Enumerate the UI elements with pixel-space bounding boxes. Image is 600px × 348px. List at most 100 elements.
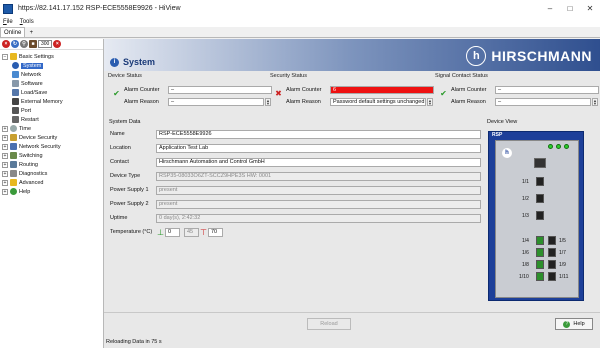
- status-led: [564, 144, 569, 149]
- save-icon[interactable]: ■: [29, 40, 37, 48]
- load-save-icon: [12, 89, 19, 96]
- tree-item-time[interactable]: + Time: [0, 124, 103, 133]
- expand-toggle[interactable]: +: [2, 152, 8, 159]
- menu-file[interactable]: File: [3, 19, 13, 25]
- navigation-sidebar: × ↻ ⚲ ■ 300 × − Basic Settings System Ne…: [0, 39, 104, 348]
- tree-item-software[interactable]: Software: [0, 79, 103, 88]
- tree-item-switching[interactable]: + Switching: [0, 151, 103, 160]
- star-icon: [10, 179, 17, 186]
- tree-item-basic-settings[interactable]: − Basic Settings: [0, 52, 103, 61]
- tree-item-advanced[interactable]: + Advanced: [0, 178, 103, 187]
- expand-toggle[interactable]: +: [2, 161, 8, 168]
- contact-input[interactable]: Hirschmann Automation and Control GmbH: [156, 157, 481, 167]
- location-row: Location Application Test Lab: [110, 143, 481, 153]
- tree-item-routing[interactable]: + Routing: [0, 160, 103, 169]
- port-1-8[interactable]: [536, 260, 544, 269]
- cancel-icon[interactable]: ×: [53, 40, 62, 48]
- tab-online[interactable]: Online: [0, 27, 26, 37]
- port-1-2[interactable]: [536, 194, 544, 203]
- port-icon: [12, 107, 19, 114]
- device-type-label: Device Type: [110, 173, 141, 179]
- tree-item-label: Routing: [19, 161, 38, 168]
- port-1-5[interactable]: [548, 236, 556, 245]
- port-1-7[interactable]: [548, 248, 556, 257]
- tree-item-network-security[interactable]: + Network Security: [0, 142, 103, 151]
- tree-item-diagnostics[interactable]: + Diagnostics: [0, 169, 103, 178]
- device-view-title: Device View: [487, 119, 518, 125]
- location-input[interactable]: Application Test Lab: [156, 143, 481, 153]
- tree-item-device-security[interactable]: + Device Security: [0, 133, 103, 142]
- search-icon[interactable]: ⚲: [20, 40, 28, 48]
- brand-logo: h HIRSCHMANN: [466, 46, 592, 66]
- brand-name: HIRSCHMANN: [491, 48, 592, 64]
- tree-item-system[interactable]: System: [0, 61, 103, 70]
- security-alarm-reason-row: Alarm Reason Password default settings u…: [286, 97, 433, 106]
- device-model-label: RSP: [492, 132, 503, 138]
- bottom-button-bar: Reload ? Help: [104, 312, 600, 336]
- diagnostics-icon: [10, 170, 17, 177]
- tree-item-port[interactable]: Port: [0, 106, 103, 115]
- minimize-button[interactable]: –: [540, 0, 560, 17]
- refresh-icon[interactable]: ↻: [11, 40, 19, 48]
- clock-icon: [10, 125, 17, 132]
- maximize-button[interactable]: □: [560, 0, 580, 17]
- device-status-title: Device Status: [108, 73, 142, 79]
- tree-item-external-memory[interactable]: External Memory: [0, 97, 103, 106]
- port-1-10[interactable]: [536, 272, 544, 281]
- port-1-3[interactable]: [536, 211, 544, 220]
- expand-toggle[interactable]: +: [2, 125, 8, 132]
- folder-star-icon: [10, 53, 17, 60]
- window-titlebar: https://82.141.17.152 RSP-ECE5558E9926 -…: [0, 0, 600, 17]
- close-button[interactable]: ✕: [580, 0, 600, 17]
- tree-item-help[interactable]: + Help: [0, 187, 103, 196]
- refresh-interval-field[interactable]: 300: [38, 40, 53, 48]
- app-icon: [3, 3, 13, 14]
- shield-icon: [10, 134, 17, 141]
- port-1-6[interactable]: [536, 248, 544, 257]
- tree-item-load-save[interactable]: Load/Save: [0, 88, 103, 97]
- status-area: Device Status ✔ Alarm Counter – Alarm Re…: [104, 73, 600, 113]
- scroll-arrows-icon[interactable]: ▲ ▼: [427, 97, 433, 106]
- help-button[interactable]: ? Help: [555, 318, 593, 330]
- stop-icon[interactable]: ×: [2, 40, 10, 48]
- status-bar: Reloading Data in 75 s: [104, 336, 600, 348]
- expand-toggle[interactable]: +: [2, 179, 8, 186]
- expand-toggle[interactable]: +: [2, 170, 8, 177]
- name-input[interactable]: RSP-ECE5558E9926: [156, 129, 481, 139]
- security-alarm-reason[interactable]: Password default settings unchanged (: [330, 97, 426, 106]
- uptime-label: Uptime: [110, 215, 128, 221]
- switch-icon: [10, 152, 17, 159]
- tree-item-label: Time: [19, 125, 32, 132]
- device-alarm-counter: –: [168, 85, 272, 94]
- port-1-4[interactable]: [536, 236, 544, 245]
- port-1-1[interactable]: [536, 177, 544, 186]
- signal-status-title: Signal Contact Status: [435, 73, 488, 79]
- reload-button[interactable]: Reload: [307, 318, 351, 330]
- signal-alarm-counter-row: Alarm Counter –: [451, 85, 599, 94]
- info-icon: [12, 62, 19, 69]
- port-1-11[interactable]: [548, 272, 556, 281]
- temperature-min-input[interactable]: 0: [165, 227, 180, 237]
- error-x-icon: ✖: [275, 89, 282, 98]
- device-alarm-reason[interactable]: –: [168, 97, 264, 106]
- tree-item-network[interactable]: Network: [0, 70, 103, 79]
- security-alarm-counter: 6: [330, 85, 434, 94]
- tree-item-restart[interactable]: Restart: [0, 115, 103, 124]
- expand-toggle[interactable]: +: [2, 143, 8, 150]
- collapse-toggle[interactable]: −: [2, 53, 8, 60]
- network-icon: [12, 71, 19, 78]
- scroll-arrows-icon[interactable]: ▲ ▼: [592, 97, 598, 106]
- menu-tools[interactable]: Tools: [20, 19, 34, 25]
- hirschmann-logo-icon: h: [466, 46, 487, 66]
- port-1-9[interactable]: [548, 260, 556, 269]
- expand-toggle[interactable]: +: [2, 188, 8, 195]
- menu-bar: File Tools: [0, 17, 600, 27]
- signal-alarm-reason[interactable]: –: [495, 97, 591, 106]
- temperature-max-input[interactable]: 70: [208, 227, 223, 237]
- expand-toggle[interactable]: +: [2, 134, 8, 141]
- tree-item-label: Switching: [19, 152, 43, 159]
- tree-item-label: Help: [19, 188, 31, 195]
- add-tab-button[interactable]: +: [27, 28, 35, 37]
- help-button-label: Help: [573, 321, 585, 327]
- management-port[interactable]: [534, 158, 546, 168]
